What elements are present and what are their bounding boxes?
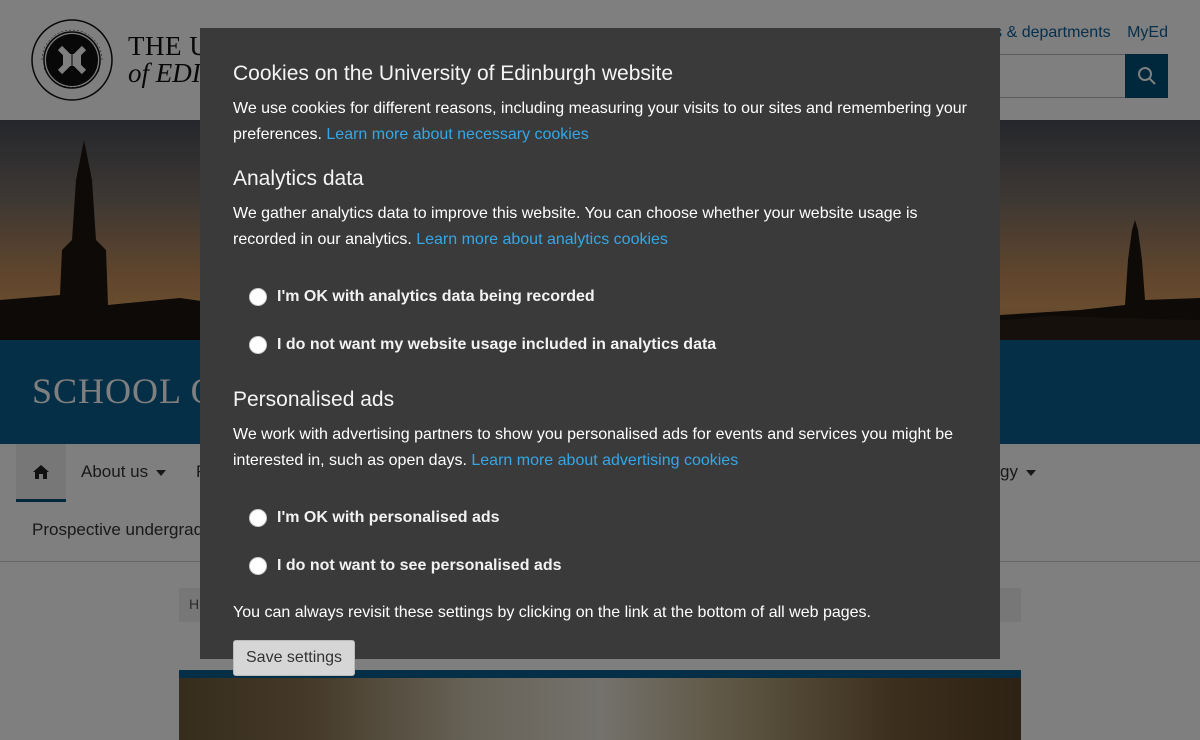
necessary-cookies-link[interactable]: Learn more about necessary cookies bbox=[326, 126, 588, 143]
option-label: I do not want my website usage included … bbox=[277, 336, 717, 353]
intro-paragraph: We use cookies for different reasons, in… bbox=[233, 96, 967, 148]
save-settings-button[interactable]: Save settings bbox=[233, 640, 356, 676]
option-label: I'm OK with analytics data being recorde… bbox=[277, 288, 595, 305]
option-label: I'm OK with personalised ads bbox=[277, 509, 500, 526]
cookie-settings-dialog: Cookies on the University of Edinburgh w… bbox=[200, 28, 1000, 676]
radio-button[interactable] bbox=[249, 509, 267, 527]
analytics-heading: Analytics data bbox=[233, 167, 364, 190]
revisit-note: You can always revisit these settings by… bbox=[233, 604, 871, 621]
advertising-cookies-link[interactable]: Learn more about advertising cookies bbox=[471, 452, 738, 469]
analytics-cookies-link[interactable]: Learn more about analytics cookies bbox=[416, 231, 668, 248]
analytics-accept-option[interactable]: I'm OK with analytics data being recorde… bbox=[233, 273, 967, 321]
ads-accept-option[interactable]: I'm OK with personalised ads bbox=[233, 494, 967, 542]
ads-heading: Personalised ads bbox=[233, 388, 395, 411]
ads-paragraph: We work with advertising partners to sho… bbox=[233, 422, 967, 474]
option-label: I do not want to see personalised ads bbox=[277, 557, 562, 574]
dialog-title: Cookies on the University of Edinburgh w… bbox=[233, 62, 674, 85]
analytics-options: I'm OK with analytics data being recorde… bbox=[233, 273, 967, 369]
radio-button[interactable] bbox=[249, 336, 267, 354]
radio-button[interactable] bbox=[249, 557, 267, 575]
radio-button[interactable] bbox=[249, 288, 267, 306]
analytics-paragraph: We gather analytics data to improve this… bbox=[233, 201, 967, 253]
analytics-decline-option[interactable]: I do not want my website usage included … bbox=[233, 321, 967, 369]
ads-decline-option[interactable]: I do not want to see personalised ads bbox=[233, 542, 967, 590]
ads-options: I'm OK with personalised ads I do not wa… bbox=[233, 494, 967, 590]
